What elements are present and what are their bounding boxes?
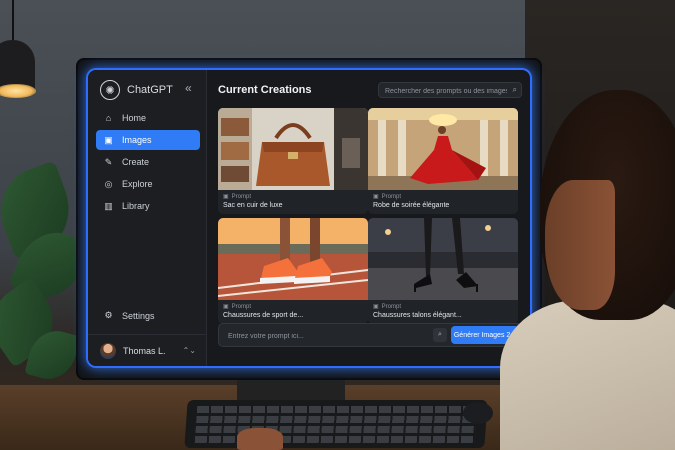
person (500, 90, 675, 450)
handbag-image (218, 108, 368, 190)
prompt-tag: ▣ Prompt (223, 303, 252, 311)
sidebar-item-create[interactable]: ✎ Create (96, 152, 200, 172)
key-row (195, 426, 476, 433)
mouse (463, 402, 493, 424)
image-icon: ▣ (223, 194, 229, 200)
user-menu[interactable]: Thomas L. ⌃⌄ (88, 334, 206, 366)
face (545, 180, 615, 310)
sidebar-item-label: Create (122, 157, 150, 167)
sidebar-item-images[interactable]: ▣ Images (96, 130, 200, 150)
sidebar-item-explore[interactable]: ◎ Explore (96, 174, 200, 194)
dress-image (368, 108, 518, 190)
avatar (100, 342, 116, 359)
main-content: Current Creations ⌕ (206, 70, 530, 366)
brand[interactable]: ✺ ChatGPT (100, 80, 173, 100)
heels-image (368, 218, 518, 300)
compass-icon: ◎ (104, 178, 113, 189)
user-name: Thomas L. (123, 345, 166, 356)
image-icon: ▣ (223, 304, 229, 310)
image-icon: ▣ (104, 134, 113, 145)
card-caption: Chaussures de sport de... (223, 312, 304, 319)
image-icon: ▣ (373, 304, 379, 310)
sidebar-item-home[interactable]: ⌂ Home (96, 108, 200, 128)
sidebar-item-label: Library (122, 201, 150, 211)
card-caption: Sac en cuir de luxe (223, 202, 283, 209)
creation-card-sneakers[interactable]: ▣ Prompt Chaussures de sport de... (218, 218, 368, 324)
sidebar-nav: ⌂ Home ▣ Images ✎ Create ◎ Explore ▥ Lib… (96, 108, 200, 218)
sidebar: ✺ ChatGPT « ⌂ Home ▣ Images ✎ Create ◎ E… (88, 70, 207, 366)
chevron-updown-icon: ⌃⌄ (182, 346, 196, 355)
page-title: Current Creations (218, 84, 312, 96)
keyboard (184, 400, 488, 448)
sidebar-item-library[interactable]: ▥ Library (96, 196, 200, 216)
search-input[interactable] (383, 83, 509, 99)
sidebar-item-label: Explore (122, 179, 153, 189)
photo-scene: ✺ ChatGPT « ⌂ Home ▣ Images ✎ Create ◎ E… (0, 0, 675, 450)
card-caption: Robe de soirée élégante (373, 202, 450, 209)
sidebar-item-label: Home (122, 113, 147, 123)
sneakers-image (218, 218, 368, 300)
lamp-light (0, 84, 36, 98)
sweater (500, 300, 675, 450)
creation-card-heels[interactable]: ▣ Prompt Chaussures talons élégant... (368, 218, 518, 324)
chatgpt-logo-icon: ✺ (100, 80, 120, 100)
hand (237, 428, 283, 450)
home-icon: ⌂ (105, 113, 112, 123)
collapse-sidebar-icon[interactable]: « (185, 81, 192, 95)
wand-icon: ✎ (104, 156, 113, 167)
library-icon: ▥ (104, 200, 113, 211)
gear-icon: ⚙ (104, 310, 113, 320)
key-row (196, 416, 477, 423)
prompt-tag: ▣ Prompt (223, 193, 252, 201)
creation-card-handbag[interactable]: ▣ Prompt Sac en cuir de luxe (218, 108, 368, 214)
sidebar-item-settings[interactable]: ⚙ Settings (103, 310, 155, 321)
key-row (196, 406, 478, 413)
prompt-tag: ▣ Prompt (373, 303, 402, 311)
prompt-input[interactable] (226, 328, 430, 344)
sidebar-item-label: Images (122, 135, 152, 145)
settings-label: Settings (122, 310, 155, 321)
prompt-tag: ▣ Prompt (373, 193, 402, 201)
prompt-bar: ⌕ Générer Images 2.5 (218, 323, 522, 347)
creation-card-dress[interactable]: ▣ Prompt Robe de soirée élégante (368, 108, 518, 214)
search-icon[interactable]: ⌕ (433, 328, 447, 342)
card-caption: Chaussures talons élégant... (373, 312, 462, 319)
app-window: ✺ ChatGPT « ⌂ Home ▣ Images ✎ Create ◎ E… (88, 70, 530, 366)
monitor: ✺ ChatGPT « ⌂ Home ▣ Images ✎ Create ◎ E… (78, 60, 540, 378)
app-name: ChatGPT (127, 84, 173, 96)
image-icon: ▣ (373, 194, 379, 200)
lamp-cord (12, 0, 14, 42)
